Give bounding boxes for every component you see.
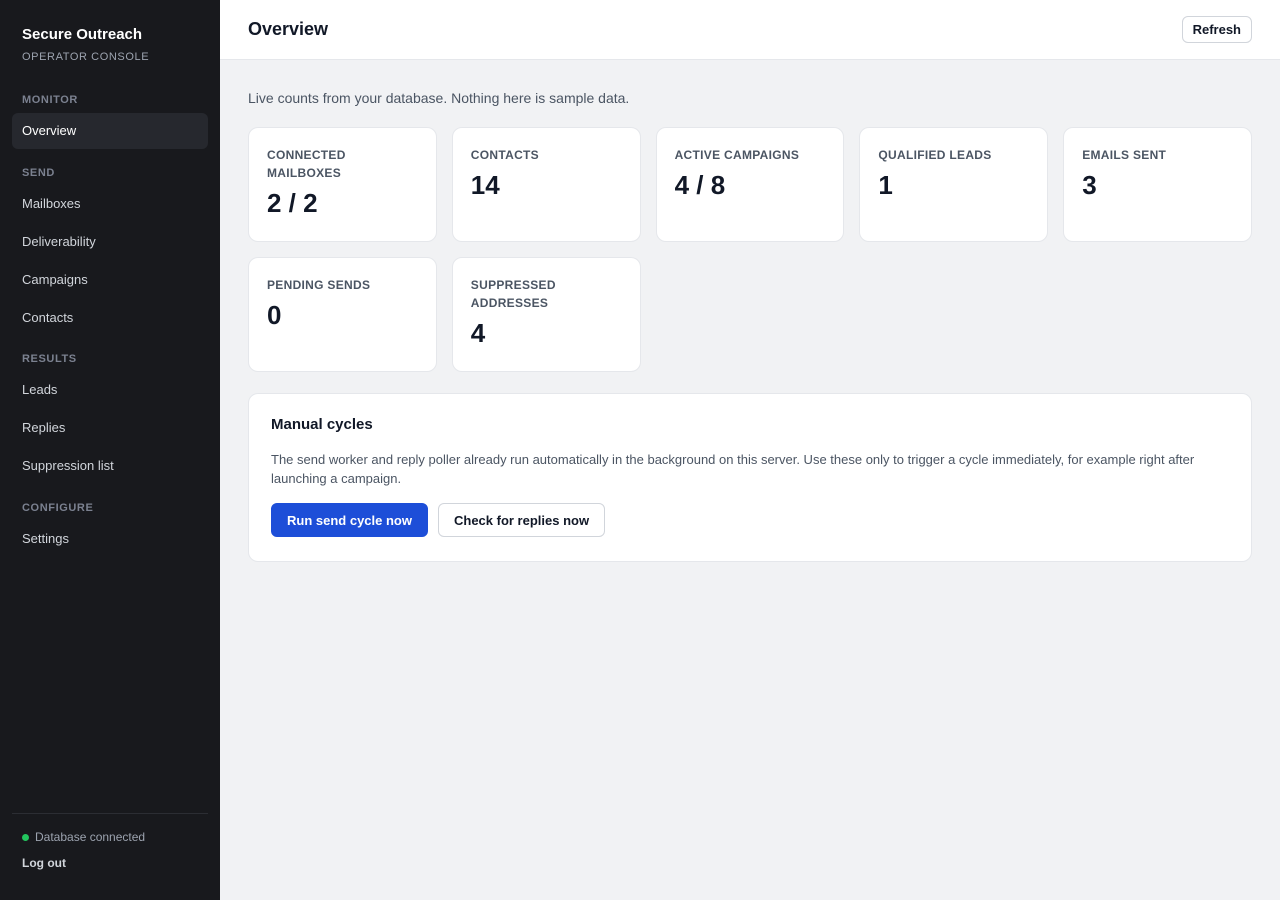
sidebar-footer: Database connected Log out	[12, 813, 208, 900]
nav-section-send: SEND	[22, 167, 55, 179]
sidebar: Secure Outreach OPERATOR CONSOLE MONITOR…	[0, 0, 220, 900]
stat-value: 4 / 8	[674, 170, 726, 200]
stat-value: 4	[470, 318, 486, 348]
brand-subtitle: OPERATOR CONSOLE	[22, 51, 150, 63]
stat-card-pending-sends: PENDING SENDS 0	[248, 257, 437, 372]
main-area: Overview Refresh Live counts from your d…	[220, 0, 1280, 900]
status-dot-icon	[22, 833, 29, 841]
stat-value: 1	[878, 170, 893, 200]
manual-cycles-description: The send worker and reply poller already…	[271, 452, 1195, 486]
stat-card-connected-mailboxes: CONNECTED MAILBOXES 2 / 2	[248, 127, 437, 242]
sidebar-nav: MONITOR Overview SEND Mailboxes Delivera…	[12, 93, 208, 813]
sidebar-item-leads[interactable]: Leads	[12, 372, 208, 408]
nav-section-results: RESULTS	[22, 353, 77, 365]
manual-cycles-panel: Manual cycles The send worker and reply …	[248, 393, 1252, 562]
stat-value: 14	[470, 170, 500, 200]
topbar: Overview Refresh	[220, 0, 1280, 60]
brand: Secure Outreach OPERATOR CONSOLE	[12, 0, 208, 64]
sidebar-item-suppression-list[interactable]: Suppression list	[12, 448, 208, 484]
database-status: Database connected	[22, 830, 198, 844]
stat-card-contacts: CONTACTS 14	[451, 127, 641, 242]
stat-label: QUALIFIED LEADS	[878, 148, 992, 162]
sidebar-item-settings[interactable]: Settings	[12, 521, 208, 557]
brand-title: Secure Outreach	[22, 26, 143, 43]
sidebar-item-mailboxes[interactable]: Mailboxes	[12, 186, 208, 222]
stat-label: EMAILS SENT	[1082, 148, 1167, 162]
manual-cycles-actions: Run send cycle now Check for replies now	[271, 503, 1229, 537]
overview-content: Live counts from your database. Nothing …	[220, 60, 1280, 562]
nav-section-monitor: MONITOR	[22, 94, 78, 106]
sidebar-item-overview[interactable]: Overview	[12, 113, 208, 149]
stat-label: PENDING SENDS	[267, 278, 371, 292]
stat-card-qualified-leads: QUALIFIED LEADS 1	[859, 127, 1049, 242]
logout-link[interactable]: Log out	[22, 856, 198, 870]
stat-value: 0	[267, 300, 282, 330]
stat-label: CONTACTS	[470, 148, 539, 162]
intro-text: Live counts from your database. Nothing …	[248, 90, 630, 106]
database-status-text: Database connected	[35, 830, 146, 844]
run-send-cycle-button[interactable]: Run send cycle now	[271, 503, 428, 537]
stat-card-suppressed-addresses: SUPPRESSED ADDRESSES 4	[451, 257, 641, 372]
page-title: Overview	[248, 19, 329, 39]
stat-label: SUPPRESSED ADDRESSES	[470, 278, 556, 310]
stat-label: ACTIVE CAMPAIGNS	[674, 148, 800, 162]
stats-grid: CONNECTED MAILBOXES 2 / 2 CONTACTS 14 AC…	[248, 127, 1252, 372]
stat-card-emails-sent: EMAILS SENT 3	[1063, 127, 1252, 242]
manual-cycles-title: Manual cycles	[271, 416, 373, 433]
stat-value: 2 / 2	[267, 188, 318, 218]
sidebar-item-replies[interactable]: Replies	[12, 410, 208, 446]
sidebar-item-deliverability[interactable]: Deliverability	[12, 224, 208, 260]
stat-label: CONNECTED MAILBOXES	[267, 148, 346, 180]
sidebar-item-contacts[interactable]: Contacts	[12, 300, 208, 336]
stat-value: 3	[1082, 170, 1097, 200]
stat-card-active-campaigns: ACTIVE CAMPAIGNS 4 / 8	[655, 127, 845, 242]
check-replies-button[interactable]: Check for replies now	[437, 503, 606, 537]
refresh-button[interactable]: Refresh	[1181, 16, 1252, 43]
nav-section-configure: CONFIGURE	[22, 502, 94, 514]
sidebar-item-campaigns[interactable]: Campaigns	[12, 262, 208, 298]
